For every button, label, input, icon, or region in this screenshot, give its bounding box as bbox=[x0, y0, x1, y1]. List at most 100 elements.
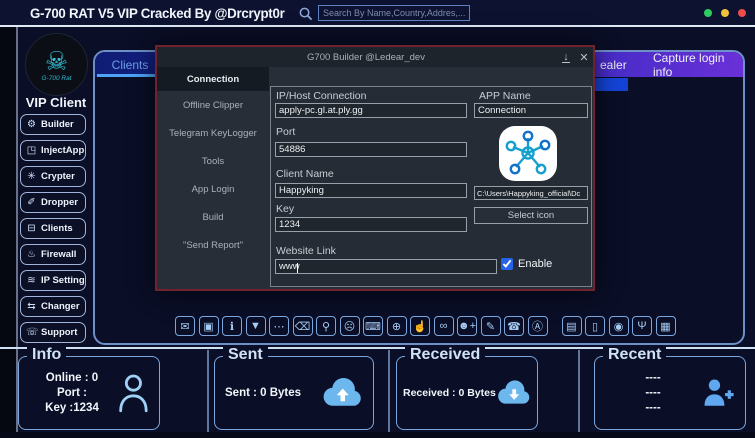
key-label: Key bbox=[276, 203, 294, 215]
info-icon[interactable]: ℹ bbox=[222, 316, 242, 336]
vip-client-label: VIP Client bbox=[18, 95, 94, 110]
mail-icon[interactable]: ✉ bbox=[175, 316, 195, 336]
sidebar-item-firewall[interactable]: ♨Firewall bbox=[20, 244, 86, 265]
dialog-tab-app-login[interactable]: App Login bbox=[157, 175, 269, 203]
close-icon[interactable]: ✕ bbox=[575, 51, 593, 64]
search-icon bbox=[298, 6, 313, 21]
tab-stealer-partial[interactable]: ealer bbox=[600, 52, 627, 77]
key-input[interactable] bbox=[275, 217, 467, 232]
divider bbox=[207, 350, 209, 438]
changer-swap-icon: ⇆ bbox=[26, 301, 37, 312]
tab-label: Capture login info bbox=[653, 51, 743, 79]
sidebar-item-builder[interactable]: ⚙Builder bbox=[20, 114, 86, 135]
support-phone-icon: ☏ bbox=[26, 327, 37, 338]
app-name-input[interactable] bbox=[474, 103, 588, 118]
folder-icon[interactable]: ▤ bbox=[562, 316, 582, 336]
ip-signal-icon: ≋ bbox=[26, 275, 37, 286]
sidebar-item-label: Firewall bbox=[41, 249, 76, 260]
camera-icon[interactable]: ◉ bbox=[609, 316, 629, 336]
select-icon-button[interactable]: Select icon bbox=[474, 207, 588, 224]
dialog-tab-tools[interactable]: Tools bbox=[157, 147, 269, 175]
app-name-label: APP Name bbox=[479, 90, 531, 102]
remove-user-icon[interactable]: ☹ bbox=[340, 316, 360, 336]
edit-icon[interactable]: ✎ bbox=[481, 316, 501, 336]
location-icon[interactable]: ⚲ bbox=[316, 316, 336, 336]
divider bbox=[388, 350, 390, 438]
sidebar-item-injectapp[interactable]: ◳InjectApp bbox=[20, 140, 86, 161]
sidebar-item-changer[interactable]: ⇆Changer bbox=[20, 296, 86, 317]
sidebar-item-ip-setting[interactable]: ≋ IP Setting bbox=[20, 270, 86, 291]
sidebar-item-label: Support bbox=[41, 327, 77, 338]
dialog-tab-list: Connection Offline Clipper Telegram KeyL… bbox=[157, 67, 269, 289]
search-input[interactable] bbox=[318, 5, 470, 21]
recent-entry: ---- bbox=[605, 371, 701, 386]
tab-capture-login-info[interactable]: Capture login info bbox=[653, 52, 743, 77]
connection-form: IP/Host Connection Port Client Name Key … bbox=[270, 86, 592, 287]
sidebar-item-label: Crypter bbox=[41, 171, 75, 182]
port-input[interactable] bbox=[275, 142, 467, 157]
dropper-pen-icon: ✐ bbox=[26, 197, 37, 208]
online-count: Online : 0 bbox=[29, 371, 115, 386]
app-icon-preview bbox=[498, 125, 558, 182]
tab-label: ealer bbox=[600, 58, 627, 72]
dialog-tab-offline-clipper[interactable]: Offline Clipper bbox=[157, 91, 269, 119]
dialog-tab-send-report[interactable]: "Send Report" bbox=[157, 231, 269, 259]
dialog-tab-telegram-keylogger[interactable]: Telegram KeyLogger bbox=[157, 119, 269, 147]
title-bar: G-700 RAT V5 VIP Cracked By @Drcrypt0r bbox=[0, 0, 755, 27]
sidebar-item-dropper[interactable]: ✐ Dropper bbox=[20, 192, 86, 213]
web-icon[interactable]: ⊕ bbox=[387, 316, 407, 336]
received-panel: Received Received : 0 Bytes bbox=[396, 356, 538, 430]
window-dot-red[interactable] bbox=[738, 9, 746, 17]
website-link-input[interactable] bbox=[275, 259, 497, 274]
received-bytes: Received : 0 Bytes bbox=[403, 387, 496, 399]
phone-icon[interactable]: ☎ bbox=[504, 316, 524, 336]
app-window: G-700 RAT V5 VIP Cracked By @Drcrypt0r ☠… bbox=[0, 0, 755, 438]
sidebar-item-label: IP Setting bbox=[41, 275, 85, 286]
client-name-label: Client Name bbox=[276, 168, 334, 180]
grid-icon[interactable]: ▦ bbox=[656, 316, 676, 336]
recent-panel: Recent ---- ---- ---- bbox=[594, 356, 746, 430]
sidebar-item-clients[interactable]: ⊟Clients bbox=[20, 218, 86, 239]
shield-icon[interactable]: ▼ bbox=[246, 316, 266, 336]
mobile-icon[interactable]: ▯ bbox=[585, 316, 605, 336]
enable-checkbox[interactable] bbox=[501, 258, 513, 270]
dialog-tab-build[interactable]: Build bbox=[157, 203, 269, 231]
ip-host-label: IP/Host Connection bbox=[276, 90, 366, 102]
sidebar-item-label: Builder bbox=[41, 119, 74, 130]
pointer-icon[interactable]: ☝ bbox=[410, 316, 430, 336]
dialog-tab-connection[interactable]: Connection bbox=[157, 67, 269, 91]
sidebar-item-crypter[interactable]: ✳Crypter bbox=[20, 166, 86, 187]
sidebar-item-label: Clients bbox=[41, 223, 73, 234]
client-name-input[interactable] bbox=[275, 183, 467, 198]
android-icon[interactable]: Ⓐ bbox=[528, 316, 548, 336]
icon-path-input[interactable] bbox=[474, 186, 588, 200]
link-icon[interactable]: ∞ bbox=[434, 316, 454, 336]
builder-dialog: x G700 Builder @Ledear_dev ↓ ✕ Connectio… bbox=[155, 45, 595, 291]
window-bottom-edge bbox=[0, 432, 755, 438]
sidebar-item-label: Dropper bbox=[41, 197, 78, 208]
add-user-icon[interactable]: ☻+ bbox=[457, 316, 477, 336]
window-dot-yellow[interactable] bbox=[721, 9, 729, 17]
cloud-download-icon bbox=[496, 378, 531, 408]
app-logo: ☠ G-700 Rat bbox=[25, 33, 88, 96]
recent-entry: ---- bbox=[605, 401, 701, 416]
enable-label: Enable bbox=[518, 258, 552, 270]
keyboard-icon[interactable]: ⌨ bbox=[363, 316, 383, 336]
ip-host-input[interactable] bbox=[275, 103, 467, 118]
sidebar-item-label: InjectApp bbox=[41, 145, 84, 156]
website-link-label: Website Link bbox=[276, 245, 336, 257]
dialog-title: G700 Builder @Ledear_dev bbox=[175, 52, 557, 63]
trash-icon[interactable]: ⌫ bbox=[293, 316, 313, 336]
contact-card-icon[interactable]: ▣ bbox=[199, 316, 219, 336]
tab-label: Clients bbox=[112, 58, 149, 72]
window-dot-green[interactable] bbox=[704, 9, 712, 17]
info-panel: Info Online : 0 Port : Key :1234 bbox=[18, 356, 160, 430]
divider bbox=[578, 350, 580, 438]
left-gutter bbox=[0, 0, 16, 438]
chat-icon[interactable]: ⋯ bbox=[269, 316, 289, 336]
add-user-icon bbox=[701, 376, 735, 410]
download-icon[interactable]: ↓ bbox=[557, 51, 575, 63]
logo-text: G-700 Rat bbox=[42, 75, 72, 82]
sidebar-item-support[interactable]: ☏ Support bbox=[20, 322, 86, 343]
microphone-icon[interactable]: Ψ bbox=[632, 316, 652, 336]
